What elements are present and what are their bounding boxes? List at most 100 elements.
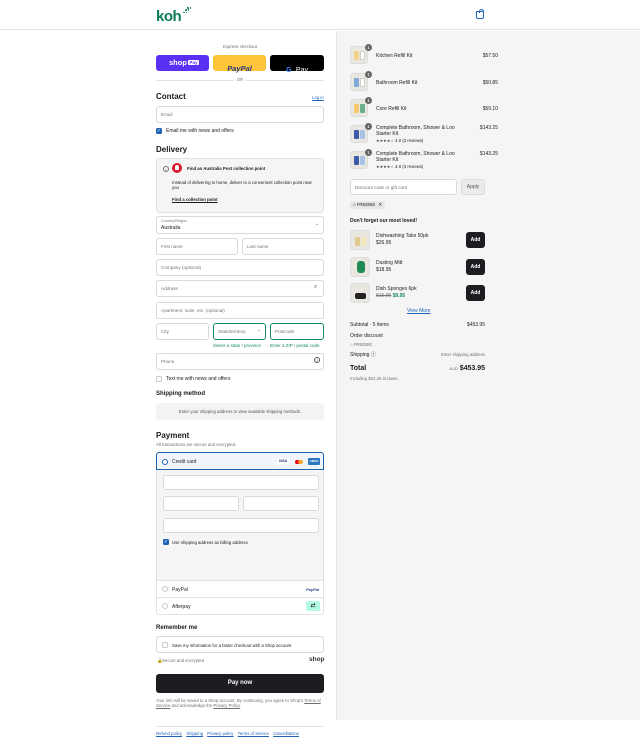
total-row: AUD $453.95 xyxy=(417,365,485,372)
subtotal-label: Subtotal · 5 items xyxy=(350,322,389,328)
privacy-policy-footer-link[interactable]: Privacy policy xyxy=(207,731,233,736)
item-rating: ★★★★☆ 4.0 (3 reviews) xyxy=(376,138,423,143)
discount-code-field[interactable]: Discount code or gift card xyxy=(350,179,457,195)
country-value: Australia xyxy=(161,224,181,231)
visa-icon: VISA xyxy=(277,458,289,465)
find-collection-point-link[interactable]: Find a collection point xyxy=(172,197,218,202)
billing-same-label: Use shipping address as billing address xyxy=(172,540,248,545)
cart-item: 1 Kitchen Refill Kit $57.50 xyxy=(350,44,498,68)
credit-card-label: Credit card xyxy=(172,459,197,465)
security-code-field[interactable] xyxy=(243,496,319,511)
sms-checkbox[interactable] xyxy=(156,376,162,382)
refund-policy-link[interactable]: Refund policy xyxy=(156,731,182,736)
card-details-panel: ✓ Use shipping address as billing addres… xyxy=(156,470,324,581)
postcode-field[interactable]: Postcode xyxy=(270,323,324,340)
shipping-label: Shipping ⓘ xyxy=(350,352,376,358)
pay-now-button[interactable]: Pay now xyxy=(156,674,324,693)
tag-icon: ⌂ xyxy=(350,342,353,347)
paypal-label: PayPal xyxy=(172,587,188,593)
review-count: (3 reviews) xyxy=(402,164,424,169)
save-info-checkbox[interactable] xyxy=(162,642,168,648)
remove-discount-icon[interactable]: ✕ xyxy=(378,202,382,207)
add-button[interactable]: Add xyxy=(466,285,485,301)
shopping-bag-icon[interactable] xyxy=(476,9,484,19)
quantity-badge: 1 xyxy=(365,71,372,78)
help-icon[interactable]: ⓘ xyxy=(371,352,376,358)
last-name-placeholder: Last name xyxy=(247,244,269,249)
cart-item: 1 Complete Bathroom, Shower & Loo Starte… xyxy=(350,149,498,175)
upsell-item-name: Dishwashing Tabs 50pk xyxy=(376,233,429,239)
cart-item: 1 Complete Bathroom, Shower & Loo Starte… xyxy=(350,123,498,149)
add-button[interactable]: Add xyxy=(466,259,485,275)
paypal-logo: PayPal xyxy=(227,64,252,73)
shipping-link[interactable]: Shipping xyxy=(186,731,203,736)
postcode-placeholder: Postcode xyxy=(275,329,295,334)
upsell-item-name: Dish Sponges 6pk xyxy=(376,286,417,292)
or-label: OR xyxy=(234,77,246,82)
country-select[interactable]: Country/Region Australia ⌄ xyxy=(156,216,324,234)
country-label: Country/Region xyxy=(161,219,188,223)
address-field[interactable]: Address ⌕ xyxy=(156,280,324,297)
australia-post-icon xyxy=(172,163,182,173)
terms-of-service-footer-link[interactable]: Terms of service xyxy=(238,731,269,736)
last-name-field[interactable]: Last name xyxy=(242,238,324,255)
paypal-express-button[interactable]: PayPal xyxy=(213,55,266,73)
payment-title: Payment xyxy=(156,431,190,440)
afterpay-option[interactable]: Afterpay ⇄ xyxy=(156,598,324,615)
cart-item: 1 Core Refill Kit $59.10 xyxy=(350,97,498,121)
logo-dots-icon xyxy=(183,7,192,15)
afterpay-radio[interactable] xyxy=(162,603,168,609)
item-price: $143.25 xyxy=(479,125,498,131)
billing-same-checkbox[interactable]: ✓ xyxy=(163,539,169,545)
quantity-badge: 1 xyxy=(365,97,372,104)
item-name: Core Refill Kit xyxy=(376,106,407,112)
newsletter-checkbox[interactable]: ✓ xyxy=(156,128,162,134)
apply-button[interactable]: Apply xyxy=(461,179,485,195)
delivery-title: Delivery xyxy=(156,145,188,154)
star-rating-icon: ★★★★☆ xyxy=(376,138,394,143)
currency-code: AUD xyxy=(449,366,458,371)
item-name: Bathroom Refill Kit xyxy=(376,80,418,86)
footer-links: Refund policy Shipping Privacy policy Te… xyxy=(156,731,336,736)
company-field[interactable]: Company (optional) xyxy=(156,259,324,276)
item-price: $143.25 xyxy=(479,151,498,157)
contact-title: Contact xyxy=(156,92,186,101)
shipping-method-title: Shipping method xyxy=(156,391,205,397)
koh-logo[interactable]: koh xyxy=(156,8,182,25)
phone-field[interactable]: Phone ? xyxy=(156,353,324,370)
paypal-icon: PayPal xyxy=(306,587,320,592)
express-checkout-label: Express checkout xyxy=(223,44,257,49)
upsell-item: Dusting Mitt $18.95 Add xyxy=(350,257,486,277)
apartment-placeholder: Apartment, suite, etc. (optional) xyxy=(161,308,225,313)
expiry-field[interactable] xyxy=(163,496,239,511)
order-summary: 1 Kitchen Refill Kit $57.50 1 Bathroom R… xyxy=(336,31,640,720)
card-name-field[interactable] xyxy=(163,518,319,533)
quantity-badge: 1 xyxy=(365,44,372,51)
shop-pay-button[interactable]: shop Pay xyxy=(156,55,209,71)
shop-logo: shop xyxy=(309,656,325,663)
help-icon[interactable]: ? xyxy=(314,357,320,363)
google-pay-button[interactable]: G Pay xyxy=(270,55,324,74)
privacy-policy-link[interactable]: Privacy Policy xyxy=(213,703,239,708)
upsell-item: Dishwashing Tabs 50pk $26.95 Add xyxy=(350,230,486,250)
first-name-field[interactable]: First name xyxy=(156,238,238,255)
card-number-field[interactable] xyxy=(163,475,319,490)
shipping-method-notice: Enter your shipping address to view avai… xyxy=(156,403,324,420)
log-in-link[interactable]: Log in xyxy=(312,95,324,100)
header: koh xyxy=(0,0,640,30)
paypal-radio[interactable] xyxy=(162,586,168,592)
paypal-option[interactable]: PayPal PayPal xyxy=(156,581,324,598)
credit-card-radio[interactable] xyxy=(162,458,168,465)
item-name: Complete Bathroom, Shower & Loo Starter … xyxy=(376,151,455,163)
view-more-link[interactable]: View More xyxy=(407,308,431,314)
add-button[interactable]: Add xyxy=(466,232,485,248)
product-image xyxy=(350,283,370,303)
upsell-item-name: Dusting Mitt xyxy=(376,260,403,266)
credit-card-option[interactable]: Credit card VISA AMEX xyxy=(156,452,324,470)
state-select[interactable]: State/territory ⌄ xyxy=(213,323,266,340)
cancellations-link[interactable]: Cancellations xyxy=(273,731,299,736)
city-field[interactable]: City xyxy=(156,323,209,340)
postcode-error: Enter a ZIP / postal code xyxy=(270,343,320,348)
email-field[interactable]: Email xyxy=(156,106,324,123)
apartment-field[interactable]: Apartment, suite, etc. (optional) xyxy=(156,302,324,319)
